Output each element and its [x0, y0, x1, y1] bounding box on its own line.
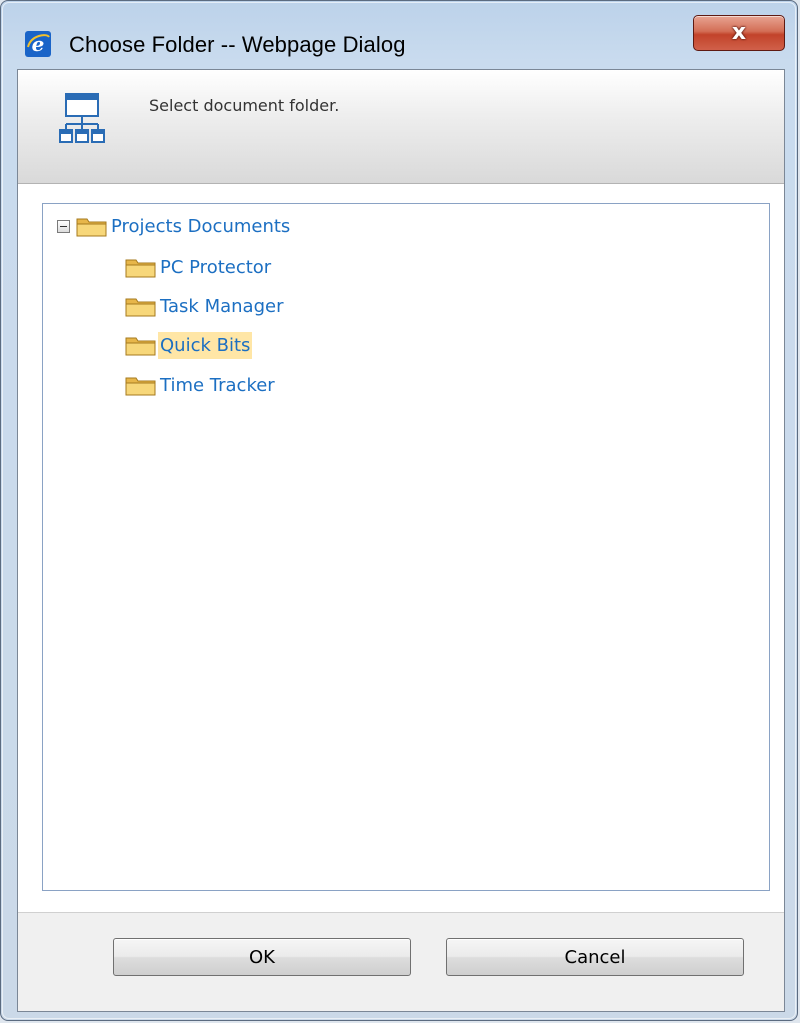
dialog-client-area: Select document folder. Projects Documen… [17, 69, 785, 1012]
tree-label-quick-bits[interactable]: Quick Bits [158, 331, 253, 359]
dialog-window: e Choose Folder -- Webpage Dialog x Sele… [0, 0, 798, 1021]
tree-node-child[interactable]: Task Manager [125, 291, 285, 321]
folder-icon [125, 259, 156, 278]
cancel-button[interactable]: Cancel [446, 938, 744, 976]
title-bar[interactable]: e Choose Folder -- Webpage Dialog x [1, 1, 797, 59]
folder-icon [125, 337, 156, 356]
tree-label-root[interactable]: Projects Documents [109, 213, 292, 240]
instruction-text: Select document folder. [149, 96, 340, 115]
close-button[interactable]: x [693, 15, 785, 51]
internet-explorer-icon: e [25, 31, 51, 57]
close-icon: x [731, 20, 747, 45]
window-title: Choose Folder -- Webpage Dialog [69, 32, 406, 57]
tree-node-child[interactable]: Time Tracker [125, 370, 277, 400]
site-hierarchy-icon [59, 93, 105, 143]
folder-icon [76, 218, 107, 237]
content-area: Projects Documents PC Protector Task Man… [18, 184, 784, 912]
collapse-minus-icon[interactable] [57, 219, 70, 233]
tree-node-root[interactable]: Projects Documents [57, 211, 292, 241]
folder-icon [125, 377, 156, 396]
folder-icon [125, 298, 156, 317]
ok-button[interactable]: OK [113, 938, 411, 976]
tree-node-child[interactable]: PC Protector [125, 252, 273, 282]
dialog-header: Select document folder. [18, 70, 784, 184]
folder-tree: Projects Documents PC Protector Task Man… [42, 203, 770, 891]
tree-label-time-tracker[interactable]: Time Tracker [158, 372, 277, 399]
dialog-footer: OK Cancel [18, 912, 784, 1011]
tree-label-task-manager[interactable]: Task Manager [158, 293, 285, 320]
tree-label-pc-protector[interactable]: PC Protector [158, 254, 273, 281]
tree-node-child-selected[interactable]: Quick Bits [125, 330, 253, 360]
